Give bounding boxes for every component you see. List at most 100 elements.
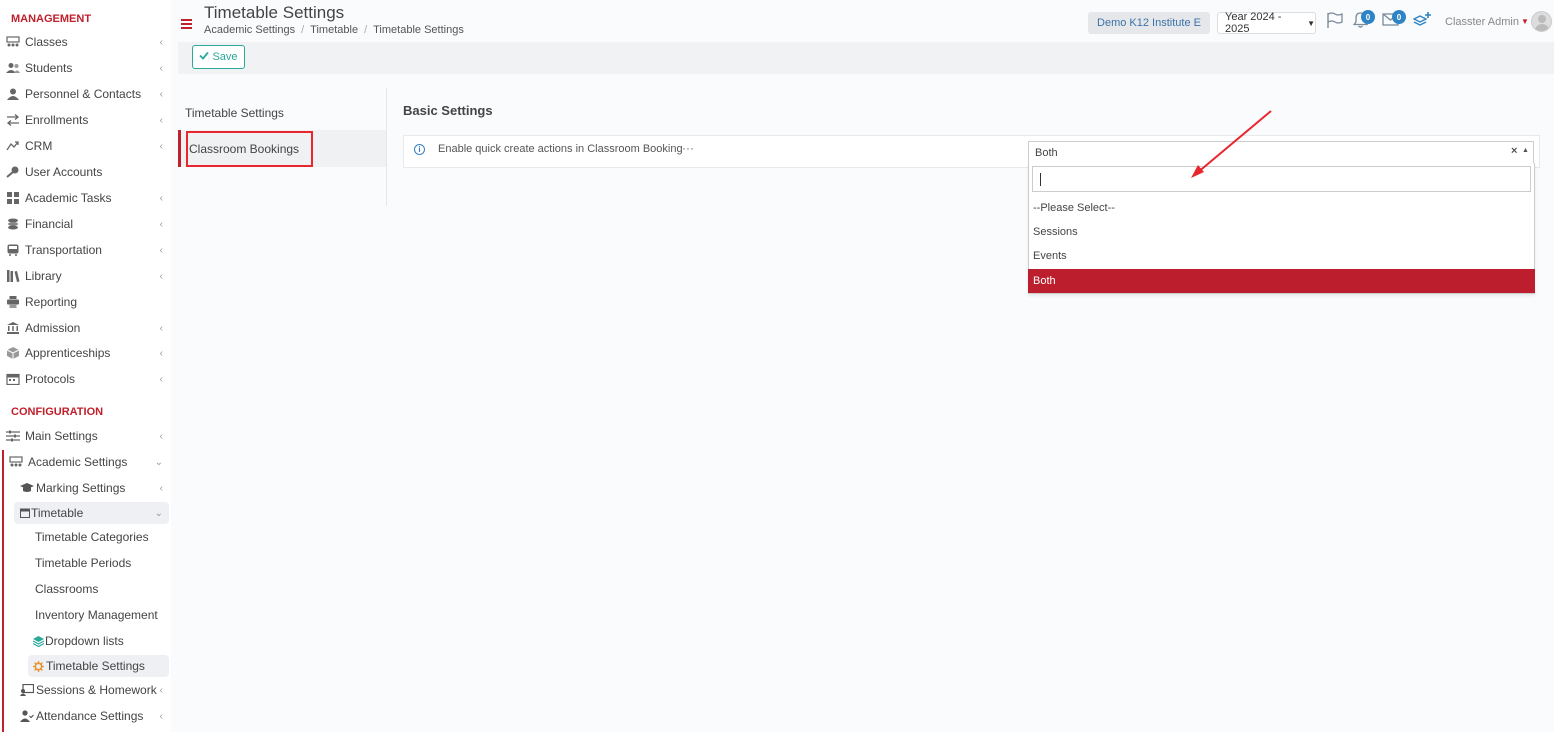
bus-icon <box>6 244 20 256</box>
caret-down-icon: ▼ <box>1307 18 1315 28</box>
user-name[interactable]: Classter Admin <box>1445 16 1519 28</box>
institute-selector-button[interactable]: Demo K12 Institute E <box>1088 12 1210 34</box>
sidebar-item-label: CRM <box>25 139 53 153</box>
chevron-left-icon: ‹ <box>159 36 163 48</box>
sidebar-item-label: Protocols <box>25 372 76 386</box>
sidebar-item-label: Admission <box>25 321 81 335</box>
info-icon[interactable]: i <box>414 144 425 155</box>
sidebar-item-label: Timetable Settings <box>46 659 145 673</box>
sidebar-item-label: Dropdown lists <box>45 634 124 648</box>
books-icon <box>6 270 20 282</box>
breadcrumb-academic-settings[interactable]: Academic Settings <box>204 24 295 36</box>
flag-icon[interactable] <box>1326 12 1343 32</box>
chevron-left-icon: ‹ <box>159 482 163 494</box>
sidebar-item-classrooms[interactable]: Classrooms <box>0 577 171 601</box>
year-selector[interactable]: Year 2024 - 2025 ▼ <box>1217 11 1316 35</box>
quick-create-select[interactable]: Both <box>1028 141 1534 163</box>
sidebar-item-label: Main Settings <box>25 429 98 443</box>
personnel-icon <box>6 88 20 100</box>
chevron-left-icon: ‹ <box>159 114 163 126</box>
sidebar-item-academic-tasks[interactable]: Academic Tasks ‹ <box>0 186 171 210</box>
sidebar-item-label: Marking Settings <box>36 481 126 495</box>
sidebar-item-attendance-settings[interactable]: Attendance Settings ‹ <box>0 704 171 728</box>
sidebar-item-user-accounts[interactable]: User Accounts <box>0 160 171 184</box>
cube-icon <box>6 347 20 359</box>
sidebar-item-main-settings[interactable]: Main Settings ‹ <box>0 424 171 448</box>
chevron-left-icon: ‹ <box>159 270 163 282</box>
option-please-select[interactable]: --Please Select-- <box>1028 196 1535 220</box>
chevron-left-icon: ‹ <box>159 373 163 385</box>
chevron-left-icon: ‹ <box>159 62 163 74</box>
sidebar-item-label: Sessions & Homework <box>36 683 157 697</box>
sidebar-item-timetable-settings[interactable]: Timetable Settings <box>0 654 171 678</box>
caret-down-icon[interactable]: ▼ <box>1521 17 1529 26</box>
configuration-section-title: CONFIGURATION <box>11 406 104 418</box>
caret-up-icon[interactable]: ▲ <box>1522 147 1529 154</box>
select-value: Both <box>1035 146 1058 159</box>
layers-icon <box>33 635 44 647</box>
avatar[interactable] <box>1531 11 1552 32</box>
chevron-left-icon: ‹ <box>159 218 163 230</box>
coins-icon <box>6 218 20 230</box>
sidebar-item-label: Timetable <box>31 506 84 520</box>
sidebar-item-marking-settings[interactable]: Marking Settings ‹ <box>0 476 171 500</box>
option-sessions[interactable]: Sessions <box>1028 220 1535 244</box>
breadcrumb-current: Timetable Settings <box>373 24 464 36</box>
chevron-left-icon: ‹ <box>159 684 163 696</box>
printer-icon <box>6 296 20 308</box>
sidebar-item-label: Transportation <box>25 243 102 257</box>
chevron-left-icon: ‹ <box>159 244 163 256</box>
check-icon <box>199 51 210 63</box>
toolbar <box>178 42 1554 74</box>
sidebar-item-enrollments[interactable]: Enrollments ‹ <box>0 108 171 132</box>
sidebar-item-label: Inventory Management <box>35 608 158 622</box>
sidebar-item-personnel-contacts[interactable]: Personnel & Contacts ‹ <box>0 82 171 106</box>
sidebar-item-protocols[interactable]: Protocols ‹ <box>0 367 171 391</box>
chevron-left-icon: ‹ <box>159 347 163 359</box>
management-section-title: MANAGEMENT <box>11 13 92 25</box>
sidebar-item-apprenticeships[interactable]: Apprenticeships ‹ <box>0 341 171 365</box>
sidebar-item-financial[interactable]: Financial ‹ <box>0 212 171 236</box>
sidebar: MANAGEMENT Classes ‹ Students ‹ Personne… <box>0 0 171 732</box>
sidebar-item-transportation[interactable]: Transportation ‹ <box>0 238 171 262</box>
user-check-icon <box>20 710 34 722</box>
sidebar-item-crm[interactable]: CRM ‹ <box>0 134 171 158</box>
annotation-arrow-icon <box>1191 110 1272 178</box>
key-icon <box>6 166 20 178</box>
option-events[interactable]: Events <box>1028 244 1535 268</box>
chevron-left-icon: ‹ <box>159 430 163 442</box>
breadcrumb-timetable[interactable]: Timetable <box>310 24 358 36</box>
sidebar-item-label: Academic Settings <box>28 455 128 469</box>
sidebar-item-reporting[interactable]: Reporting <box>0 290 171 314</box>
option-both[interactable]: Both <box>1028 269 1535 293</box>
sidebar-item-admission[interactable]: Admission ‹ <box>0 316 171 340</box>
sidebar-item-library[interactable]: Library ‹ <box>0 264 171 288</box>
sidebar-item-sessions-homework[interactable]: Sessions & Homework ‹ <box>0 678 171 702</box>
hamburger-menu-icon[interactable] <box>181 16 192 32</box>
sidebar-item-label: Timetable Categories <box>35 530 149 544</box>
sidebar-item-timetable[interactable]: Timetable ⌄ <box>0 501 171 525</box>
exchange-icon <box>6 114 20 126</box>
grid-icon <box>6 192 20 204</box>
sidebar-item-timetable-categories[interactable]: Timetable Categories <box>0 525 171 549</box>
clear-selection-icon[interactable]: × <box>1511 145 1517 157</box>
sidebar-item-students[interactable]: Students ‹ <box>0 56 171 80</box>
institution-icon <box>6 322 20 334</box>
tab-timetable-settings[interactable]: Timetable Settings <box>178 94 386 131</box>
students-icon <box>6 62 20 74</box>
save-button[interactable]: Save <box>192 45 245 69</box>
more-options-icon[interactable]: ··· <box>682 141 694 155</box>
sidebar-item-timetable-periods[interactable]: Timetable Periods <box>0 551 171 575</box>
messages-badge: 0 <box>1392 10 1406 24</box>
chevron-left-icon: ‹ <box>159 322 163 334</box>
sidebar-item-label: Library <box>25 269 62 283</box>
layers-plus-icon[interactable] <box>1412 12 1432 32</box>
sidebar-item-label: Academic Tasks <box>25 191 112 205</box>
sidebar-item-academic-settings[interactable]: Academic Settings ⌄ <box>0 450 171 474</box>
sidebar-item-dropdown-lists[interactable]: Dropdown lists <box>0 629 171 653</box>
dropdown-search-input[interactable] <box>1032 166 1531 192</box>
sidebar-item-inventory-management[interactable]: Inventory Management <box>0 603 171 627</box>
sidebar-item-classes[interactable]: Classes ‹ <box>0 30 171 54</box>
sidebar-item-label: Students <box>25 61 73 75</box>
graduation-cap-icon <box>20 482 34 494</box>
